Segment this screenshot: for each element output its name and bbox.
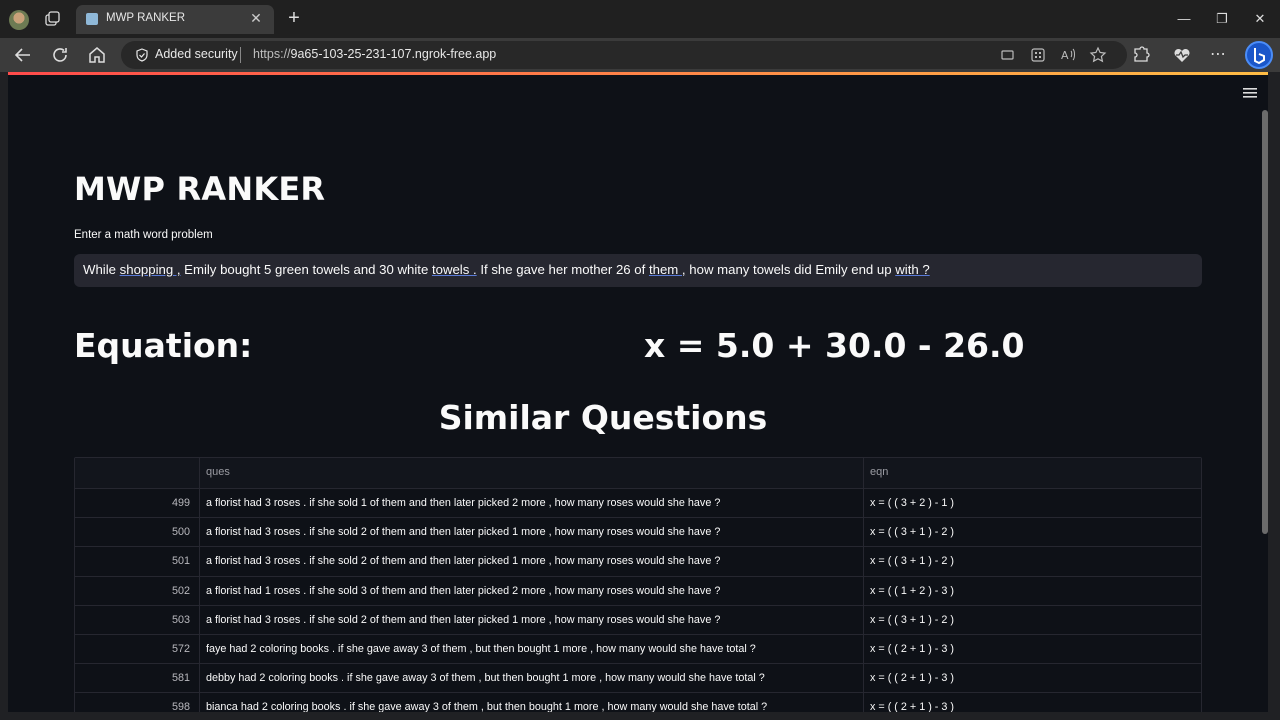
row-equation[interactable]: x = ( ( 2 + 1 ) - 3 ) — [864, 693, 1201, 712]
row-question[interactable]: a florist had 3 roses . if she sold 1 of… — [200, 489, 864, 518]
copilot-icon[interactable] — [1245, 41, 1273, 69]
browser-toolbar: Added security https://9a65-103-25-231-1… — [0, 38, 1280, 72]
problem-text-segment: While — [83, 262, 120, 277]
table-row[interactable]: 502 a florist had 1 roses . if she sold … — [75, 575, 1201, 605]
refresh-icon[interactable] — [48, 43, 72, 67]
row-question[interactable]: a florist had 3 roses . if she sold 2 of… — [200, 547, 864, 576]
tab-close-icon[interactable]: ✕ — [246, 9, 266, 29]
immersive-reader-icon[interactable] — [1029, 46, 1047, 64]
tab-favicon-icon — [86, 13, 98, 25]
spellcheck-word: them , — [648, 262, 686, 277]
page-title: MWP RANKER — [74, 170, 326, 208]
row-index: 572 — [75, 634, 200, 664]
problem-input-value[interactable]: While shopping , Emily bought 5 green to… — [83, 262, 930, 277]
row-question[interactable]: debby had 2 coloring books . if she gave… — [200, 664, 864, 693]
tab-actions-icon[interactable] — [43, 10, 61, 28]
problem-text-segment: how many towels did Emily end up — [685, 262, 896, 277]
extensions-icon[interactable] — [1129, 43, 1153, 67]
address-bar[interactable]: Added security https://9a65-103-25-231-1… — [121, 41, 1127, 69]
row-equation[interactable]: x = ( ( 1 + 2 ) - 3 ) — [864, 577, 1201, 605]
row-index: 598 — [75, 693, 200, 712]
tab-mwp-ranker[interactable]: MWP RANKER ✕ — [76, 5, 274, 34]
hamburger-menu-icon[interactable] — [1242, 86, 1258, 100]
minimize-icon[interactable]: — — [1171, 6, 1197, 32]
similar-questions-heading: Similar Questions — [438, 398, 768, 437]
top-decoration-bar — [8, 72, 1268, 75]
shield-icon — [136, 48, 148, 62]
app-page: MWP RANKER Enter a math word problem Whi… — [8, 72, 1268, 712]
table-header-row: ques eqn — [75, 458, 1201, 488]
read-aloud-icon[interactable]: A — [1059, 46, 1077, 64]
row-equation[interactable]: x = ( ( 2 + 1 ) - 3 ) — [864, 635, 1201, 663]
table-row[interactable]: 503 a florist had 3 roses . if she sold … — [75, 604, 1201, 634]
equation-value: x = 5.0 + 30.0 - 26.0 — [644, 326, 1025, 365]
row-index: 581 — [75, 664, 200, 693]
bing-b-icon — [1254, 48, 1265, 65]
similar-questions-table[interactable]: ques eqn 499 a florist had 3 roses . if … — [74, 457, 1202, 712]
row-question[interactable]: faye had 2 coloring books . if she gave … — [200, 634, 864, 664]
row-equation[interactable]: x = ( ( 2 + 1 ) - 3 ) — [864, 664, 1201, 692]
row-question[interactable]: bianca had 2 coloring books . if she gav… — [200, 693, 864, 712]
problem-text-segment: Emily bought 5 green towels and 30 white — [180, 262, 432, 277]
row-index: 503 — [75, 605, 200, 634]
table-row[interactable]: 501 a florist had 3 roses . if she sold … — [75, 546, 1201, 576]
favorite-star-icon[interactable] — [1089, 46, 1107, 64]
row-index: 499 — [75, 489, 200, 518]
tab-title: MWP RANKER — [106, 12, 186, 24]
problem-input-label: Enter a math word problem — [74, 229, 213, 241]
url-text[interactable]: https://9a65-103-25-231-107.ngrok-free.a… — [253, 47, 496, 61]
svg-text:A: A — [1061, 49, 1069, 62]
address-divider — [240, 47, 241, 63]
table-row[interactable]: 598 bianca had 2 coloring books . if she… — [75, 692, 1201, 712]
scrollbar[interactable] — [1262, 110, 1268, 534]
problem-text-segment: If she gave her mother 26 of — [476, 262, 649, 277]
more-options-icon[interactable]: ⋯ — [1206, 43, 1230, 67]
row-equation[interactable]: x = ( ( 3 + 2 ) - 1 ) — [864, 489, 1201, 517]
row-question[interactable]: a florist had 3 roses . if she sold 2 of… — [200, 605, 864, 634]
url-host: 9a65-103-25-231-107.ngrok-free.app — [290, 47, 497, 61]
eqn-column-header[interactable]: eqn — [864, 458, 1201, 488]
app-available-icon[interactable] — [999, 46, 1017, 64]
row-index: 500 — [75, 518, 200, 547]
equation-label: Equation: — [74, 326, 253, 365]
url-scheme: https:// — [253, 47, 291, 61]
row-equation[interactable]: x = ( ( 3 + 1 ) - 2 ) — [864, 518, 1201, 546]
browser-tab-bar: MWP RANKER ✕ + — ❐ ✕ — [0, 0, 1280, 38]
spellcheck-word: towels . — [431, 262, 477, 277]
browser-essentials-icon[interactable] — [1170, 43, 1194, 67]
row-equation[interactable]: x = ( ( 3 + 1 ) - 2 ) — [864, 547, 1201, 575]
row-index: 501 — [75, 547, 200, 576]
row-question[interactable]: a florist had 1 roses . if she sold 3 of… — [200, 576, 864, 605]
table-row[interactable]: 572 faye had 2 coloring books . if she g… — [75, 633, 1201, 664]
table-row[interactable]: 581 debby had 2 coloring books . if she … — [75, 663, 1201, 693]
row-question[interactable]: a florist had 3 roses . if she sold 2 of… — [200, 518, 864, 547]
profile-avatar[interactable] — [9, 10, 29, 30]
back-icon[interactable] — [11, 43, 35, 67]
close-window-icon[interactable]: ✕ — [1247, 6, 1273, 32]
spellcheck-word: with ? — [895, 262, 930, 277]
table-row[interactable]: 500 a florist had 3 roses . if she sold … — [75, 517, 1201, 547]
maximize-icon[interactable]: ❐ — [1209, 6, 1235, 32]
security-label[interactable]: Added security — [155, 47, 238, 61]
index-column-header[interactable] — [75, 458, 200, 488]
ques-column-header[interactable]: ques — [200, 458, 864, 488]
row-equation[interactable]: x = ( ( 3 + 1 ) - 2 ) — [864, 606, 1201, 634]
spellcheck-word: shopping , — [119, 262, 181, 277]
home-icon[interactable] — [85, 43, 109, 67]
row-index: 502 — [75, 576, 200, 605]
table-row[interactable]: 499 a florist had 3 roses . if she sold … — [75, 488, 1201, 518]
new-tab-icon[interactable]: + — [284, 8, 304, 30]
